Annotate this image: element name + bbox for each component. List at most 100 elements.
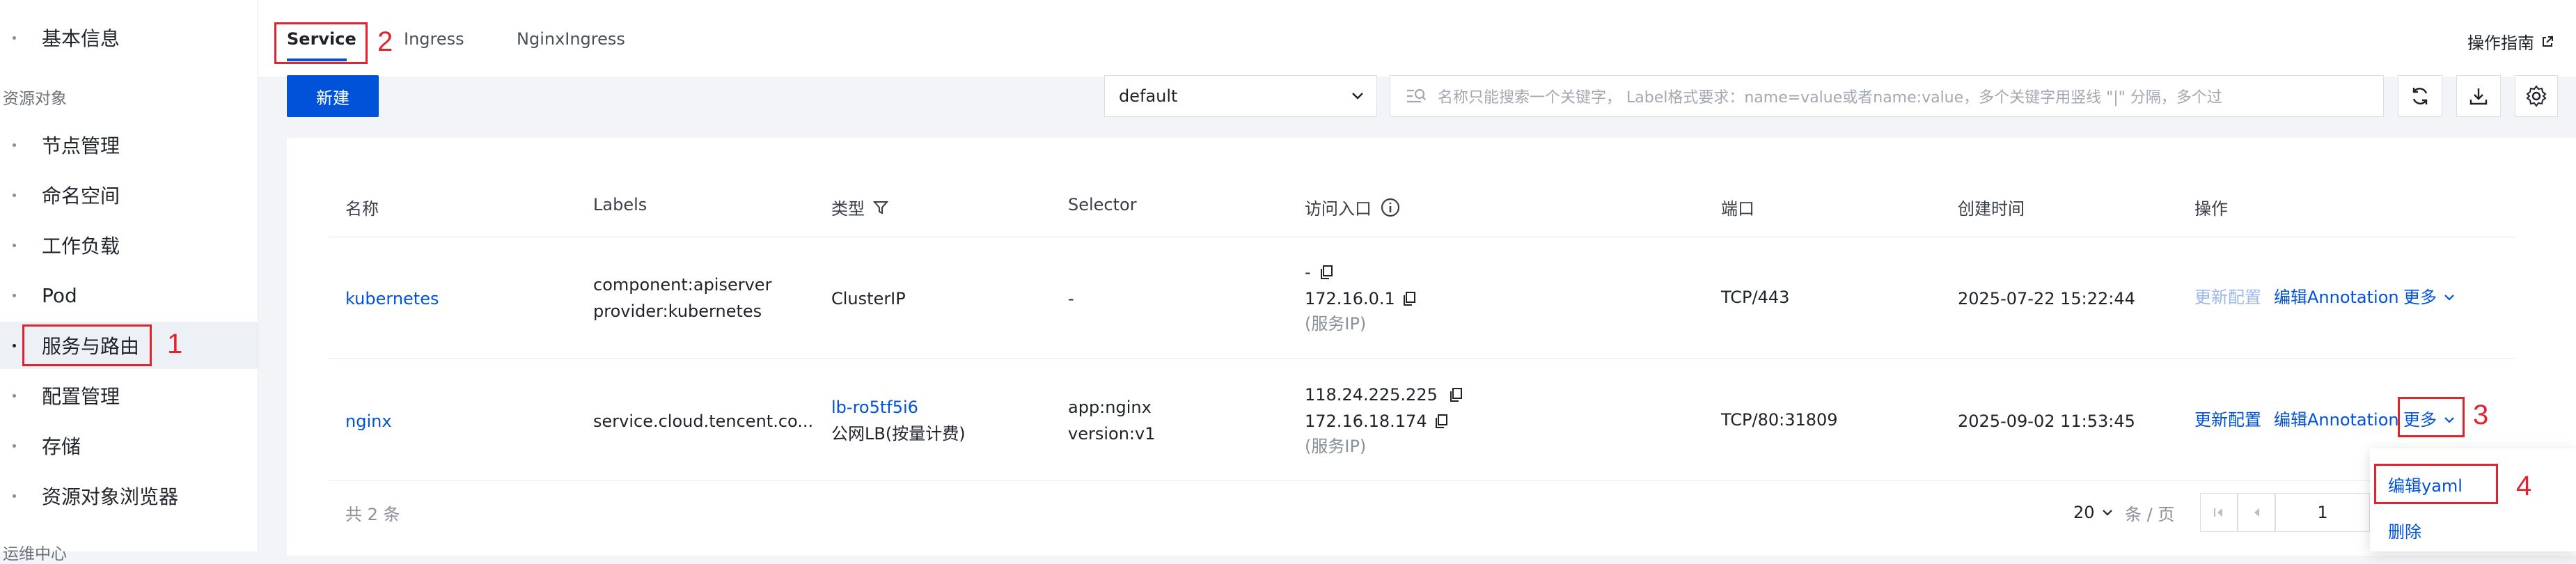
created-time: 2025-07-22 15:22:44 <box>1958 289 2135 308</box>
page-number-value: 1 <box>2317 503 2328 522</box>
prev-page-icon <box>2254 508 2259 517</box>
bullet-icon <box>13 343 16 347</box>
total-count: 共 2 条 <box>345 505 400 524</box>
prev-page-button[interactable] <box>2238 493 2275 532</box>
selector-value: app:nginx <box>1068 398 1152 417</box>
bullet-icon <box>13 143 16 147</box>
bullet-icon <box>13 393 16 398</box>
namespace-select[interactable]: default <box>1104 75 1377 117</box>
table-row-divider <box>329 358 2515 359</box>
column-header-access-label: 访问入口 <box>1305 199 1372 219</box>
annotation-box-3 <box>2398 397 2465 437</box>
download-button[interactable] <box>2456 75 2501 117</box>
access-value: 118.24.225.225 <box>1305 385 1438 405</box>
settings-button[interactable] <box>2515 75 2558 117</box>
access-entry-line: 172.16.18.174 <box>1305 408 1448 434</box>
create-button[interactable]: 新建 <box>287 75 379 117</box>
search-list-icon <box>1407 88 1427 103</box>
sidebar-item-basic-info[interactable]: 基本信息 <box>0 14 258 61</box>
service-type: 公网LB(按量计费) <box>831 424 966 444</box>
bullet-icon <box>13 243 16 247</box>
bullet-icon <box>13 193 16 197</box>
page-size-value: 20 <box>2073 503 2095 522</box>
bullet-icon <box>13 36 16 40</box>
sidebar-section-ops: 运维中心 <box>3 545 67 563</box>
sidebar-item-label: 资源对象浏览器 <box>42 485 179 508</box>
table-row-divider <box>329 480 2515 481</box>
sidebar-item-label: 基本信息 <box>42 27 120 50</box>
column-header-port: 端口 <box>1721 199 1754 219</box>
bullet-icon <box>13 293 16 297</box>
first-page-button[interactable] <box>2200 493 2238 532</box>
info-circle-icon[interactable] <box>1380 197 1401 218</box>
sidebar-item-namespaces[interactable]: 命名空间 <box>0 171 258 219</box>
download-icon <box>2469 88 2488 105</box>
tab-ingress[interactable]: Ingress <box>404 29 464 49</box>
column-header-type-label: 类型 <box>831 199 865 219</box>
selector-value: - <box>1068 289 1074 308</box>
update-config-link-disabled: 更新配置 <box>2194 288 2261 307</box>
sidebar-item-label: 节点管理 <box>42 134 120 157</box>
sidebar-item-workloads[interactable]: 工作负载 <box>0 221 258 269</box>
sidebar-item-label: 存储 <box>42 435 81 458</box>
column-header-selector: Selector <box>1068 195 1137 214</box>
annotation-number-4: 4 <box>2516 471 2532 501</box>
menu-item-delete[interactable]: 删除 <box>2388 518 2421 542</box>
copy-icon[interactable] <box>1402 291 1416 306</box>
access-entry-line: - <box>1305 259 1333 285</box>
service-type: ClusterIP <box>831 289 906 308</box>
sidebar-item-label: Pod <box>42 283 77 307</box>
column-header-name: 名称 <box>345 199 379 219</box>
copy-icon[interactable] <box>1434 414 1448 429</box>
chevron-down-icon <box>2102 510 2112 516</box>
column-header-type: 类型 <box>831 195 888 219</box>
annotation-box-1 <box>22 324 152 366</box>
chevron-down-icon <box>2444 295 2454 301</box>
search-placeholder: 名称只能搜索一个关键字， Label格式要求：name=value或者name:… <box>1438 89 2222 107</box>
access-entry-note: (服务IP) <box>1305 314 1367 334</box>
annotation-box-4 <box>2374 464 2498 504</box>
sidebar-item-label: 命名空间 <box>42 185 120 207</box>
search-input[interactable]: 名称只能搜索一个关键字， Label格式要求：name=value或者name:… <box>1390 75 2384 117</box>
column-header-created: 创建时间 <box>1958 199 2025 219</box>
gear-icon <box>2526 85 2547 107</box>
sidebar-item-storage[interactable]: 存储 <box>0 422 258 469</box>
bullet-icon <box>13 494 16 498</box>
column-header-access: 访问入口 <box>1305 195 1401 219</box>
annotation-number-1: 1 <box>167 329 183 359</box>
more-actions-label: 更多 <box>2403 288 2437 307</box>
more-actions-button[interactable]: 更多 <box>2403 284 2455 311</box>
selector-value: version:v1 <box>1068 424 1156 444</box>
page-number-input[interactable]: 1 <box>2275 493 2370 532</box>
sidebar-item-nodes[interactable]: 节点管理 <box>0 121 258 169</box>
namespace-select-value: default <box>1119 86 1178 106</box>
guide-link[interactable]: 操作指南 <box>2467 29 2554 54</box>
access-entry-note: (服务IP) <box>1305 437 1367 456</box>
sidebar-item-pod[interactable]: Pod <box>0 272 258 319</box>
page-size-select[interactable]: 20 <box>2073 503 2113 522</box>
column-header-actions: 操作 <box>2194 199 2228 219</box>
sidebar-item-config[interactable]: 配置管理 <box>0 372 258 419</box>
sidebar: 基本信息 资源对象 节点管理 命名空间 工作负载 Pod 服务与路由 配置管理 … <box>0 0 258 563</box>
service-name-link[interactable]: nginx <box>345 408 392 434</box>
port-value: TCP/80:31809 <box>1721 410 1838 430</box>
edit-annotation-link[interactable]: 编辑Annotation <box>2274 284 2399 311</box>
copy-icon[interactable] <box>1319 265 1333 280</box>
annotation-number-3: 3 <box>2473 400 2489 430</box>
load-balancer-link[interactable]: lb-ro5tf5i6 <box>831 394 918 421</box>
labels-line: service.cloud.tencent.co... <box>593 412 814 431</box>
update-config-link[interactable]: 更新配置 <box>2194 407 2261 433</box>
service-name-link[interactable]: kubernetes <box>345 285 439 312</box>
refresh-icon <box>2412 88 2428 104</box>
filter-icon[interactable] <box>873 200 888 215</box>
first-page-icon <box>2214 508 2222 517</box>
sidebar-item-resource-browser[interactable]: 资源对象浏览器 <box>0 472 258 519</box>
tab-nginx-ingress[interactable]: NginxIngress <box>517 29 625 49</box>
chevron-down-icon <box>1352 93 1363 100</box>
refresh-button[interactable] <box>2398 75 2442 117</box>
created-time: 2025-09-02 11:53:45 <box>1958 412 2135 431</box>
copy-icon[interactable] <box>1449 387 1463 402</box>
annotation-box-2 <box>274 22 368 64</box>
labels-line: provider:kubernetes <box>593 301 762 321</box>
edit-annotation-link[interactable]: 编辑Annotation <box>2274 407 2399 433</box>
